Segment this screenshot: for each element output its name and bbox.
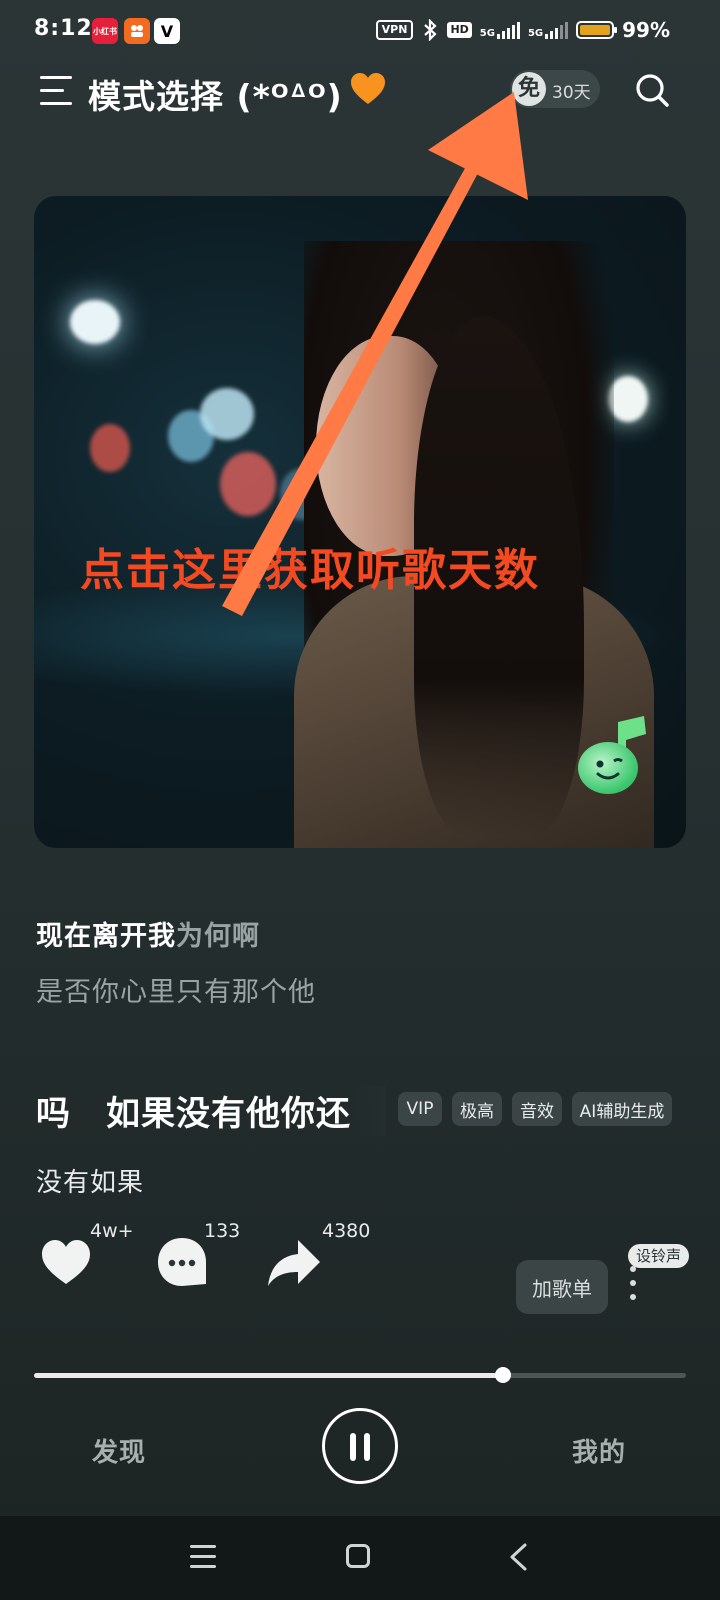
bokeh-light [220, 452, 276, 516]
lyric-unsung-part: 为何啊 [176, 921, 260, 952]
comment-icon[interactable] [156, 1236, 208, 1288]
bokeh-light [70, 300, 120, 344]
xiaohongshu-app-icon: 小红书 [92, 18, 118, 44]
bluetooth-icon [424, 19, 438, 41]
more-options-icon[interactable] [628, 1266, 638, 1306]
signal-icon-2 [545, 21, 569, 39]
free-icon: 免 [512, 72, 546, 106]
nav-tab-mine[interactable]: 我的 [572, 1432, 626, 1469]
sound-effect-tag[interactable]: 音效 [512, 1092, 562, 1126]
comment-count: 133 [204, 1220, 241, 1242]
lyric-next-line: 是否你心里只有那个他 [36, 977, 316, 1008]
pause-icon [350, 1433, 376, 1461]
song-title: 吗 如果没有他你还 [36, 1094, 351, 1134]
system-icons: VPN HD 5G 5G 99% [375, 18, 670, 42]
progress-thumb[interactable] [495, 1367, 512, 1383]
share-count: 4380 [322, 1220, 371, 1242]
playback-progress-bar[interactable] [34, 1367, 686, 1383]
v-app-icon: V [154, 18, 180, 44]
like-count: 4w+ [90, 1220, 134, 1242]
annotation-tip-text: 点击这里获取听歌天数 [80, 545, 540, 596]
free-listening-days-button[interactable]: 免 30天 [510, 70, 600, 108]
bokeh-light [200, 388, 254, 440]
song-title-marquee[interactable]: 吗 如果没有他你还 [36, 1086, 386, 1136]
vpn-icon: VPN [375, 20, 414, 40]
recent-apps-icon[interactable] [190, 1545, 216, 1569]
search-icon[interactable] [634, 72, 670, 108]
music-note-mascot-icon [578, 716, 646, 794]
nav-tab-discover[interactable]: 发现 [92, 1432, 146, 1469]
home-icon[interactable] [346, 1544, 370, 1568]
battery-icon [576, 21, 618, 39]
heart-like-icon[interactable] [40, 1238, 92, 1286]
quality-tag[interactable]: 极高 [452, 1092, 502, 1126]
network-type-2: 5G [527, 28, 544, 39]
battery-percentage: 99% [622, 18, 670, 42]
set-ringtone-badge[interactable]: 设铃声 [628, 1244, 690, 1268]
lyric-sung-part: 现在离开我 [36, 921, 176, 952]
clock: 8:12 [34, 16, 93, 41]
free-days-label: 30天 [552, 83, 591, 103]
album-cover[interactable] [34, 196, 686, 848]
progress-fill [34, 1373, 504, 1378]
lyric-current-line: 现在离开我为何啊 [36, 914, 260, 953]
vip-tag[interactable]: VIP [398, 1092, 442, 1126]
orange-heart-icon [351, 73, 385, 104]
bokeh-light [90, 424, 130, 472]
menu-icon[interactable] [40, 76, 72, 106]
hd-voice-icon: HD [447, 22, 472, 38]
back-icon[interactable] [505, 1542, 533, 1572]
play-pause-button[interactable] [322, 1408, 398, 1484]
ai-generated-tag[interactable]: AI辅助生成 [572, 1092, 672, 1126]
add-to-playlist-button[interactable]: 加歌单 [516, 1260, 608, 1314]
status-bar: 8:12 小红书 V VPN HD 5G 5G 99% [0, 0, 720, 64]
signal-icon-1 [496, 21, 520, 39]
orange-app-icon [124, 18, 150, 44]
bokeh-light [608, 376, 648, 422]
artist-name[interactable]: 没有如果 [36, 1162, 144, 1199]
page-title: 模式选择 (*ᴼᐞᴼ) [88, 77, 343, 116]
network-type-1: 5G [479, 28, 495, 39]
share-arrow-icon[interactable] [266, 1236, 322, 1288]
